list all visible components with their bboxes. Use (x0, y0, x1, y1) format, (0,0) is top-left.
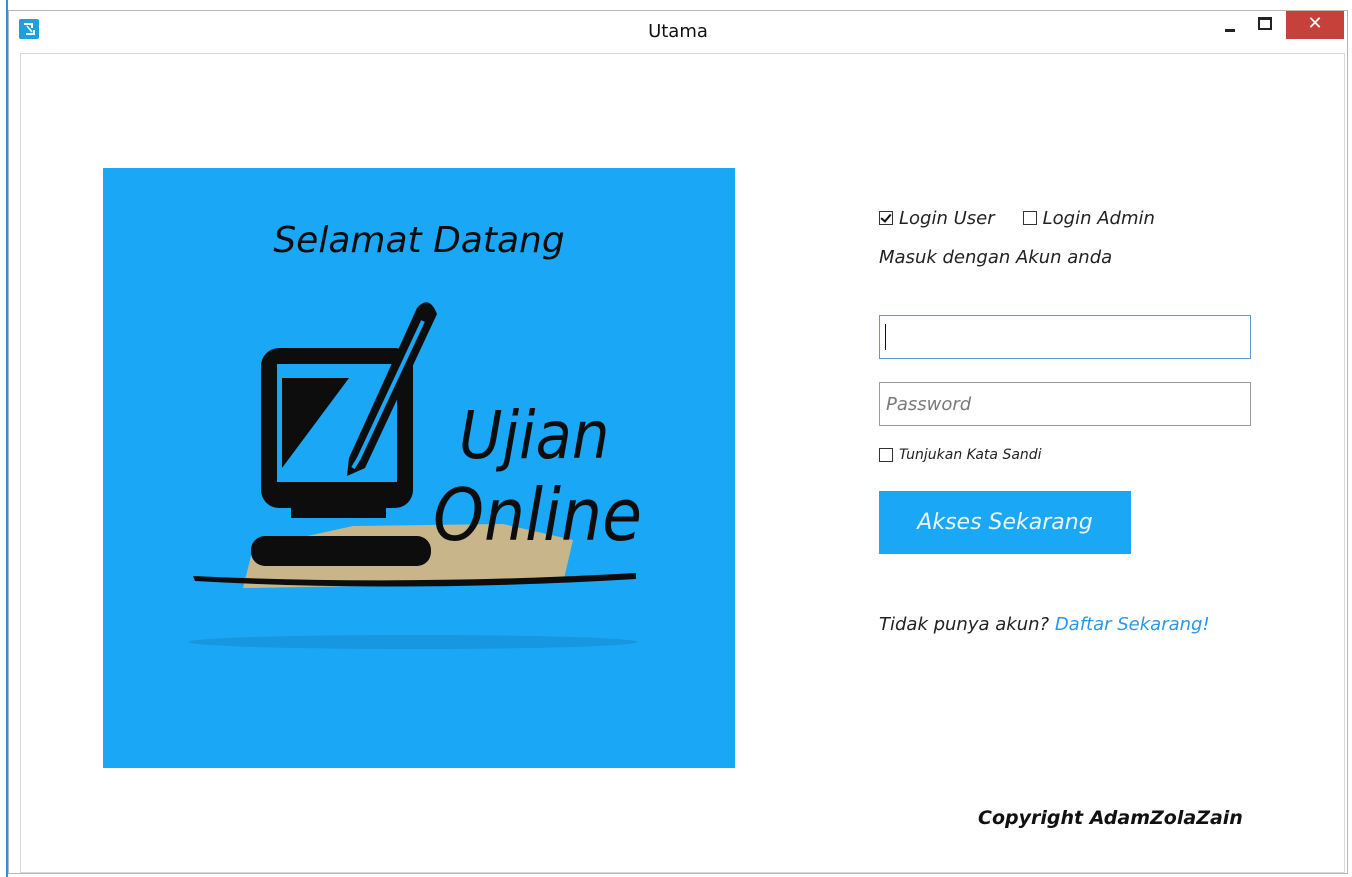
text-caret (885, 324, 886, 350)
login-subtitle: Masuk dengan Akun anda (879, 247, 1113, 268)
login-user-option[interactable]: Login User (879, 208, 995, 229)
register-prompt: Tidak punya akun? (879, 614, 1050, 635)
copyright-text: Copyright AdamZolaZain (978, 807, 1243, 829)
login-admin-option[interactable]: Login Admin (1022, 207, 1155, 229)
title-bar[interactable]: Utama ✕ (9, 11, 1347, 53)
show-password-label: Tunjukan Kata Sandi (899, 447, 1042, 463)
welcome-panel: Selamat Datang Ujian Online (103, 168, 735, 768)
login-user-label: Login User (899, 207, 995, 229)
close-icon: ✕ (1307, 13, 1323, 34)
login-admin-checkbox[interactable] (1022, 211, 1037, 225)
username-input[interactable] (879, 315, 1251, 359)
close-button[interactable]: ✕ (1286, 11, 1344, 39)
access-now-button[interactable]: Akses Sekarang (879, 491, 1131, 554)
show-password-checkbox[interactable] (879, 448, 893, 462)
maximize-icon (1258, 17, 1272, 30)
password-input[interactable] (879, 382, 1251, 426)
minimize-button[interactable] (1215, 11, 1245, 39)
login-type-options: Login User Login Admin (879, 206, 1183, 230)
show-password-option[interactable]: Tunjukan Kata Sandi (879, 447, 1042, 463)
login-form: Login User Login Admin Masuk dengan Akun… (879, 54, 1299, 874)
register-prompt-row: Tidak punya akun? Daftar Sekarang! (879, 614, 1210, 635)
welcome-title: Selamat Datang (273, 220, 565, 261)
maximize-button[interactable] (1249, 11, 1279, 39)
desktop-edge (0, 0, 8, 877)
minimize-icon (1225, 29, 1235, 32)
app-window: Utama ✕ Selamat Datang Ujian Online Logi… (8, 10, 1348, 874)
main-content: Selamat Datang Ujian Online Login User L… (20, 53, 1345, 873)
register-link[interactable]: Daftar Sekarang! (1055, 614, 1210, 635)
login-user-checkbox[interactable] (879, 211, 893, 225)
window-title: Utama (648, 21, 708, 42)
login-admin-label: Login Admin (1042, 207, 1155, 229)
